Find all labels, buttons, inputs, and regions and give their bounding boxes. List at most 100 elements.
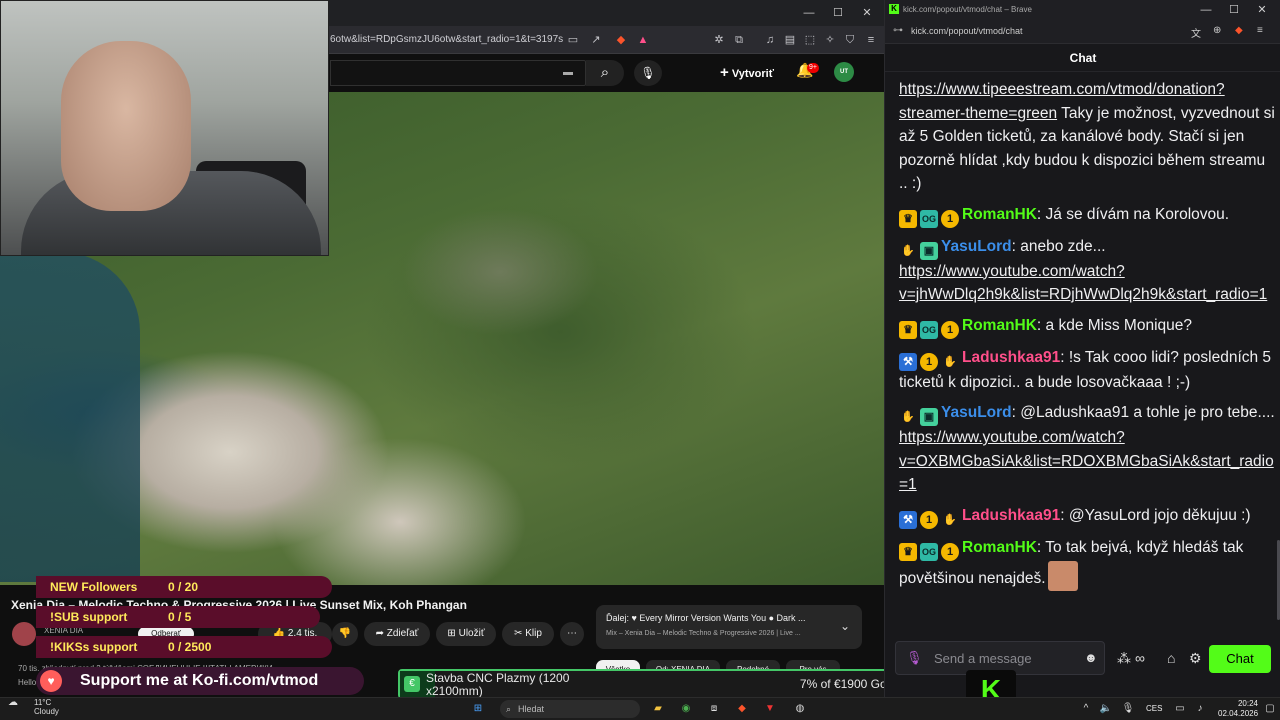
hands-badge-icon: ✋ xyxy=(901,244,915,257)
dislike-button[interactable]: 👎 xyxy=(332,622,358,646)
kick-logo-icon: K xyxy=(889,4,899,14)
search-button[interactable]: ⌕ xyxy=(586,60,624,86)
leo-icon[interactable]: ✧ xyxy=(823,33,837,47)
thumbs-down-icon: 👎 xyxy=(338,628,352,639)
taskbar-search-label: Hledat xyxy=(518,704,545,714)
app-gray-icon[interactable]: ◍ xyxy=(792,701,808,717)
minimize-icon[interactable]: — xyxy=(1199,3,1213,17)
bookmark-icon[interactable]: ⬚ xyxy=(803,33,817,47)
emoji-icon[interactable]: ☻ xyxy=(1084,650,1098,665)
tools-badge-icon: ⚒ xyxy=(899,352,917,371)
chat-username[interactable]: Ladushkaa91 xyxy=(962,507,1060,524)
donation-icon: € xyxy=(404,676,420,692)
chat-link[interactable]: https://www.youtube.com/watch?v=OXBMGbaS… xyxy=(899,429,1274,493)
goal-subs: !SUB support 0 / 5 xyxy=(36,606,320,628)
notification-icon[interactable]: ▢ xyxy=(1262,701,1278,717)
menu-icon[interactable]: ≡ xyxy=(864,33,878,47)
language-indicator[interactable]: CES xyxy=(1146,704,1162,713)
webcam-overlay xyxy=(0,0,329,256)
share-page-icon[interactable]: ↗ xyxy=(589,33,603,47)
share-label: Zdieľať xyxy=(386,628,419,639)
up-next-card[interactable]: Ďalej: ♥ Every Mirror Version Wants You … xyxy=(596,605,862,649)
chat-link[interactable]: https://www.youtube.com/watch?v=jhWwDlq2… xyxy=(899,263,1267,304)
kick-url-text[interactable]: kick.com/popout/vtmod/chat xyxy=(911,26,1023,36)
mic-icon[interactable]: 🎙 xyxy=(906,650,923,666)
install-icon[interactable]: ▭ xyxy=(566,33,580,47)
zoom-icon[interactable]: ⊕ xyxy=(1213,25,1221,36)
chat-message: ✋ ▣ YasuLord: anebo zde... https://www.you… xyxy=(899,237,1268,304)
voice-search-button[interactable]: 🎙 xyxy=(634,60,662,86)
close-icon[interactable]: ✕ xyxy=(860,6,874,20)
brave-shield-icon[interactable]: ◆ xyxy=(1235,25,1243,36)
account-avatar[interactable]: UT xyxy=(834,62,854,82)
gear-icon[interactable]: ⚙ xyxy=(1189,650,1202,667)
clock-date: 02.04.2026 xyxy=(1218,709,1259,718)
extensions-icon[interactable]: ✲ xyxy=(712,33,726,47)
brave-shield-icon[interactable]: ◆ xyxy=(614,33,628,47)
chat-username[interactable]: RomanHK xyxy=(962,539,1037,556)
folder-icon[interactable]: ▰ xyxy=(650,701,666,717)
maximize-icon[interactable]: ☐ xyxy=(1227,3,1241,17)
chat-username[interactable]: YasuLord xyxy=(941,238,1012,255)
translate-icon[interactable]: ⧉ xyxy=(732,33,746,47)
app-red-icon[interactable]: ▼ xyxy=(762,701,778,717)
chat-text: a kde Miss Monique? xyxy=(1045,316,1193,334)
taskbar-search[interactable]: ⌕ Hledat xyxy=(500,700,640,718)
start-icon[interactable]: ⊞ xyxy=(470,701,486,717)
crown-badge-icon: ♛ xyxy=(899,542,917,561)
chrome-icon[interactable]: ◉ xyxy=(678,701,694,717)
chat-text: Já se dívám na Korolovou. xyxy=(1045,205,1230,223)
clip-button[interactable]: ✂ Klip xyxy=(502,622,554,646)
chat-message: https://www.tipeeestream.com/vtmod/donat… xyxy=(899,78,1275,196)
video-description[interactable]: Hello xyxy=(18,678,36,687)
taskbar-clock[interactable]: 20:24 02.04.2026 xyxy=(1218,699,1258,719)
site-info-icon[interactable]: ⊶ xyxy=(893,25,903,36)
chevron-down-icon[interactable]: ⌄ xyxy=(840,619,850,633)
chat-username[interactable]: YasuLord xyxy=(941,404,1012,421)
goal-label: !KIKSs support xyxy=(50,640,138,654)
chat-send-button[interactable]: Chat xyxy=(1209,645,1271,673)
menu-icon[interactable]: ≡ xyxy=(1257,25,1263,36)
share-button[interactable]: ➦ Zdieľať xyxy=(364,622,430,646)
channel-avatar[interactable] xyxy=(12,622,36,646)
chat-header: Chat xyxy=(885,44,1280,72)
up-next-subtitle: Mix – Xenia Dia – Melodic Techno & Progr… xyxy=(606,630,801,637)
keyboard-icon[interactable]: ▬ xyxy=(563,67,573,78)
mic-icon[interactable]: 🎙 xyxy=(1120,701,1136,717)
infinity-icon[interactable]: ∞ xyxy=(1135,650,1145,666)
more-actions-button[interactable]: ⋯ xyxy=(560,622,584,646)
store-icon[interactable]: ⌂ xyxy=(1167,650,1175,666)
chat-username[interactable]: RomanHK xyxy=(962,206,1037,223)
gift-count-badge-icon: 1 xyxy=(941,209,959,228)
chat-message: ♛ OG 1 RomanHK: Já se dívám na Korolovou. xyxy=(899,203,1275,228)
chat-message: ⚒ 1 ✋ Ladushkaa91: @YasuLord jojo děkujuu :… xyxy=(899,504,1275,529)
chat-username[interactable]: Ladushkaa91 xyxy=(962,349,1060,366)
chevron-up-icon[interactable]: ^ xyxy=(1078,701,1094,717)
network-icon[interactable]: ▭ xyxy=(1172,701,1188,717)
speaker-icon[interactable]: 🔈 xyxy=(1098,701,1114,717)
media-icon[interactable]: ♫ xyxy=(763,33,777,47)
app-icon[interactable]: ⧈ xyxy=(706,701,722,717)
kick-address-bar[interactable]: ⊶ kick.com/popout/vtmod/chat 文 ⊕ ◆ ≡ xyxy=(885,20,1280,44)
chat-username[interactable]: RomanHK xyxy=(962,317,1037,334)
video-sea-area xyxy=(0,252,140,582)
brave-rewards-icon[interactable]: ▲ xyxy=(636,33,650,47)
vpn-icon[interactable]: ⛉ xyxy=(843,33,857,47)
og-badge-icon: OG xyxy=(920,209,938,228)
brave-icon[interactable]: ◆ xyxy=(734,701,750,717)
sidebar-icon[interactable]: ▤ xyxy=(783,33,797,47)
save-button[interactable]: ⊞ Uložiť xyxy=(436,622,496,646)
chat-message: ♛ OG 1 RomanHK: To tak bejvá, když hledáš t… xyxy=(899,536,1275,591)
translate-icon[interactable]: 文 xyxy=(1191,25,1201,40)
create-button[interactable]: + Vytvoriť xyxy=(720,62,774,84)
notification-badge: 9+ xyxy=(807,63,819,73)
search-icon: ⌕ xyxy=(600,64,610,81)
search-input[interactable]: ▬ xyxy=(330,60,586,86)
volume-icon[interactable]: ♪ xyxy=(1192,701,1208,717)
yt-url-text[interactable]: 6otw&list=RDpGsmzJU6otw&start_radio=1&t=… xyxy=(330,34,563,45)
maximize-icon[interactable]: ☐ xyxy=(831,6,845,20)
kicks-icon[interactable]: ⁂ xyxy=(1117,650,1131,667)
weather-widget[interactable]: ☁ 11°C Cloudy xyxy=(8,698,59,717)
minimize-icon[interactable]: — xyxy=(802,6,816,20)
close-icon[interactable]: ✕ xyxy=(1255,3,1269,17)
